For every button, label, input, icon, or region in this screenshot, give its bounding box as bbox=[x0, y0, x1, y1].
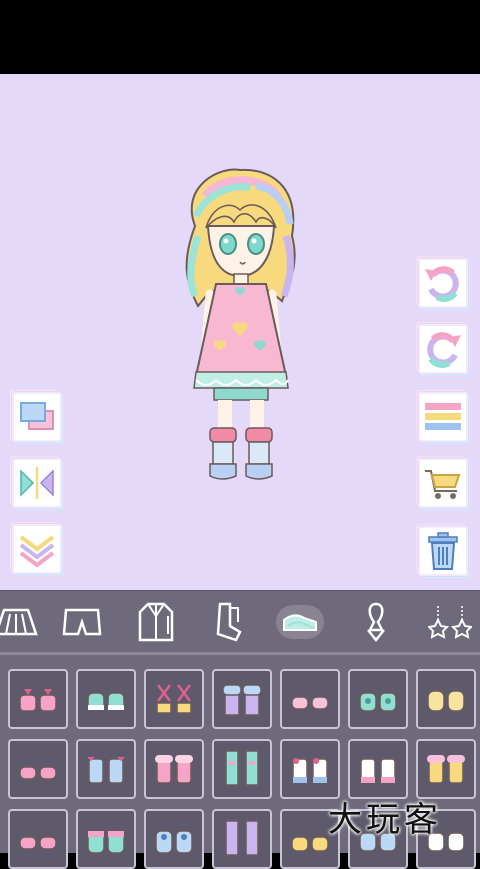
shoes-icon bbox=[283, 614, 317, 631]
pink-flats-icon bbox=[19, 766, 57, 780]
item-slot[interactable] bbox=[212, 809, 272, 869]
item-slot[interactable] bbox=[416, 669, 476, 729]
pink-flats-icon bbox=[19, 836, 57, 850]
redo-rainbow-icon bbox=[427, 332, 461, 368]
blue-sneakers-icon bbox=[155, 830, 193, 854]
item-slot[interactable] bbox=[212, 739, 272, 799]
yellow-fluffy-boots-icon bbox=[427, 755, 465, 784]
furry-boots-icon bbox=[222, 684, 262, 716]
accessory-icon bbox=[367, 602, 385, 643]
chevron-down-double-icon bbox=[19, 535, 55, 568]
item-slot[interactable] bbox=[144, 739, 204, 799]
item-slot[interactable] bbox=[416, 739, 476, 799]
undo-button[interactable] bbox=[418, 258, 468, 308]
redo-button[interactable] bbox=[418, 324, 468, 374]
mint-tall-boots-icon bbox=[225, 750, 259, 786]
layer-swap-button[interactable] bbox=[12, 392, 62, 442]
socks-icon bbox=[216, 602, 242, 642]
pink-flats-icon bbox=[291, 696, 329, 710]
item-slot[interactable] bbox=[212, 669, 272, 729]
layers-icon bbox=[20, 402, 54, 430]
teal-sneakers-icon bbox=[87, 830, 125, 854]
flip-horizontal-icon bbox=[20, 467, 54, 499]
shorts-icon bbox=[62, 608, 102, 636]
delete-button[interactable] bbox=[418, 526, 468, 576]
white-bow-boots-icon bbox=[292, 758, 328, 784]
coat-icon bbox=[138, 602, 174, 642]
yellow-flats-icon bbox=[291, 836, 329, 852]
character-stage bbox=[0, 74, 480, 590]
category-accessory[interactable] bbox=[346, 591, 406, 653]
item-slot[interactable] bbox=[76, 669, 136, 729]
earrings-icon bbox=[428, 606, 472, 639]
status-bar bbox=[0, 0, 480, 74]
character-figure[interactable] bbox=[160, 166, 320, 496]
menu-button[interactable] bbox=[418, 392, 468, 442]
category-bar bbox=[0, 590, 480, 653]
item-slot[interactable] bbox=[76, 739, 136, 799]
item-slot[interactable] bbox=[76, 809, 136, 869]
strappy-sandals-icon bbox=[156, 684, 192, 714]
mirror-flip-button[interactable] bbox=[12, 458, 62, 508]
item-slot[interactable] bbox=[280, 739, 340, 799]
watermark: 大玩客 bbox=[328, 800, 442, 840]
category-skirt[interactable] bbox=[0, 591, 46, 653]
lavender-long-boots-icon bbox=[225, 820, 259, 856]
item-slot[interactable] bbox=[348, 669, 408, 729]
category-coat[interactable] bbox=[126, 591, 186, 653]
trash-icon bbox=[428, 532, 458, 570]
skirt-icon bbox=[0, 608, 38, 636]
item-slot[interactable] bbox=[280, 669, 340, 729]
yellow-shoes-icon bbox=[427, 690, 465, 712]
shop-button[interactable] bbox=[418, 458, 468, 508]
pink-fluffy-boots-icon bbox=[155, 755, 193, 784]
category-socks[interactable] bbox=[198, 591, 258, 653]
item-slot[interactable] bbox=[144, 809, 204, 869]
white-pink-boots-icon bbox=[360, 758, 396, 784]
item-slot[interactable] bbox=[144, 669, 204, 729]
item-slot[interactable] bbox=[8, 669, 68, 729]
item-slot[interactable] bbox=[348, 739, 408, 799]
undo-rainbow-icon bbox=[425, 266, 459, 302]
item-slot[interactable] bbox=[8, 739, 68, 799]
shopping-cart-icon bbox=[425, 470, 461, 499]
teal-heart-shoes-icon bbox=[359, 692, 397, 712]
category-shoes[interactable] bbox=[270, 591, 330, 653]
category-shorts[interactable] bbox=[52, 591, 112, 653]
category-charms[interactable] bbox=[420, 591, 480, 653]
menu-stripes-icon bbox=[425, 403, 461, 430]
item-slot[interactable] bbox=[8, 809, 68, 869]
blue-bow-boots-icon bbox=[87, 757, 125, 784]
mint-shoes-icon bbox=[87, 692, 125, 710]
pink-bow-shoes-icon bbox=[19, 689, 57, 712]
move-down-button[interactable] bbox=[12, 524, 62, 574]
